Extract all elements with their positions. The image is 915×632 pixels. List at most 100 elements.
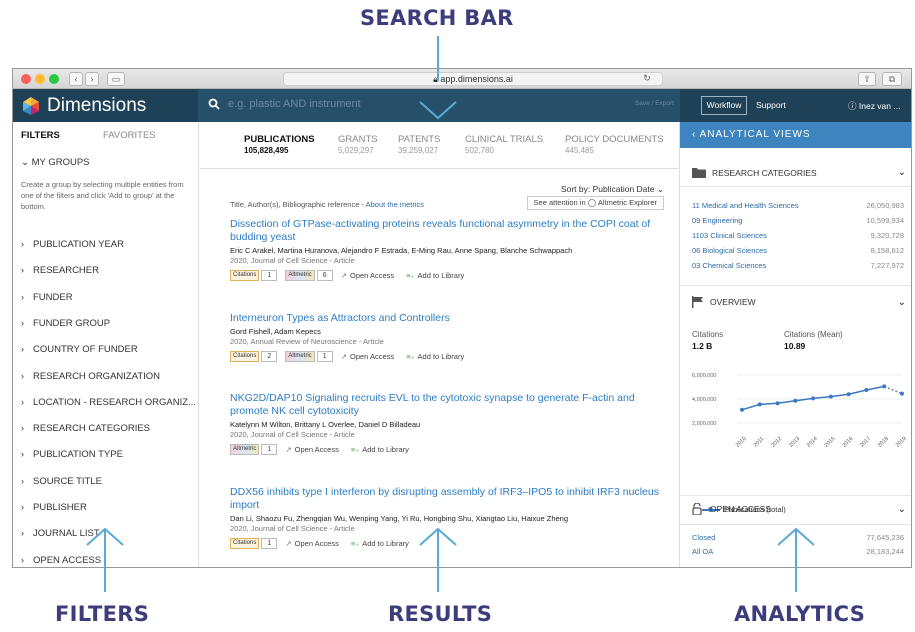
- open-access-header[interactable]: OPEN ACCESS ⌄: [692, 503, 906, 515]
- folder-icon: [692, 168, 706, 178]
- tab-filters[interactable]: FILTERS: [21, 130, 60, 141]
- result-title-link[interactable]: DDX56 inhibits type I interferon by disr…: [230, 486, 660, 512]
- filter-researcher[interactable]: › RESEARCHER: [21, 265, 99, 276]
- add-to-library-button[interactable]: ≡₊ Add to Library: [351, 445, 409, 454]
- my-groups-toggle[interactable]: ⌄ MY GROUPS: [21, 157, 90, 168]
- filter-country-of-funder[interactable]: › COUNTRY OF FUNDER: [21, 344, 138, 355]
- divider: [680, 524, 911, 525]
- x-tick-label: 2013: [788, 436, 801, 449]
- brand-logo[interactable]: Dimensions: [21, 94, 146, 118]
- filter-research-categories[interactable]: › RESEARCH CATEGORIES: [21, 423, 150, 434]
- filter-label: PUBLISHER: [33, 502, 87, 513]
- tabs-overview-icon[interactable]: ⧉: [882, 72, 902, 86]
- altmetric-explorer-button[interactable]: See attention in ◯ Altmetric Explorer: [526, 196, 664, 210]
- tab-grants[interactable]: GRANTS 5,029,297: [338, 134, 378, 155]
- category-row[interactable]: 09 Engineering 10,599,934: [692, 216, 904, 225]
- citations-badge[interactable]: Citations: [230, 269, 260, 281]
- filter-open-access[interactable]: › OPEN ACCESS: [21, 555, 101, 566]
- data-point: [757, 402, 762, 407]
- close-window-icon[interactable]: [21, 74, 31, 84]
- filter-location-research-organiz[interactable]: › LOCATION - RESEARCH ORGANIZ...: [21, 397, 196, 408]
- sidebar-toggle-icon[interactable]: ▭: [107, 72, 125, 86]
- search-icon[interactable]: [208, 98, 220, 113]
- open-access-label: Open Access: [349, 270, 395, 280]
- chevron-right-icon: ›: [21, 265, 24, 276]
- callout-pointer: [437, 530, 439, 592]
- overview-header[interactable]: OVERVIEW ⌄: [692, 296, 906, 308]
- tab-divider: [200, 168, 678, 169]
- citations-mean-label: Citations (Mean): [784, 330, 843, 339]
- category-row[interactable]: 11 Medical and Health Sciences 26,050,983: [692, 201, 904, 210]
- address-bar[interactable]: 🔒︎ app.dimensions.ai: [283, 72, 663, 86]
- tab-count: 39,259,027: [398, 146, 439, 155]
- open-access-row[interactable]: All OA 28,183,244: [692, 547, 904, 556]
- analytical-views-header[interactable]: ‹ ANALYTICAL VIEWS: [680, 122, 911, 148]
- citations-badge[interactable]: Citations: [230, 350, 260, 362]
- result-title-link[interactable]: Dissection of GTPase-activating proteins…: [230, 218, 660, 244]
- chevron-down-icon: ⌄: [21, 157, 32, 168]
- filter-funder-group[interactable]: › FUNDER GROUP: [21, 318, 110, 329]
- tab-label: POLICY DOCUMENTS: [565, 134, 664, 145]
- chevron-down-icon: ⌄: [897, 296, 906, 308]
- annotated-screenshot: SEARCH BAR FILTERS RESULTS ANALYTICS ‹ ›…: [0, 0, 915, 632]
- filter-publisher[interactable]: › PUBLISHER: [21, 502, 87, 513]
- tab-clinical-trials[interactable]: CLINICAL TRIALS 502,780: [465, 134, 543, 155]
- research-categories-header[interactable]: RESEARCH CATEGORIES ⌄: [692, 167, 906, 178]
- library-add-icon: ≡₊: [406, 351, 415, 361]
- result-authors: Dan Li, Shaozu Fu, Zhengqian Wu, Wenping…: [230, 514, 569, 523]
- brand-name: Dimensions: [47, 95, 147, 116]
- filter-publication-year[interactable]: › PUBLICATION YEAR: [21, 239, 124, 250]
- x-tick-label: 2019: [895, 436, 908, 449]
- filter-label: LOCATION - RESEARCH ORGANIZ...: [33, 396, 196, 408]
- category-name: 09 Engineering: [692, 216, 743, 225]
- back-arrow-icon[interactable]: ‹: [69, 72, 83, 86]
- support-link[interactable]: Support: [756, 100, 786, 110]
- share-icon[interactable]: ⇧: [858, 72, 876, 86]
- user-menu[interactable]: ⓘ Inez van ...: [848, 100, 900, 112]
- open-access-link[interactable]: ↗ Open Access: [285, 445, 339, 454]
- workflow-button[interactable]: Workflow: [701, 96, 747, 115]
- altmetric-badge[interactable]: Altmetric: [285, 350, 315, 362]
- about-metrics-link[interactable]: About the metrics: [366, 200, 424, 209]
- result-title-link[interactable]: Interneuron Types as Attractors and Cont…: [230, 312, 660, 325]
- category-row[interactable]: 03 Chemical Sciences 7,227,972: [692, 261, 904, 270]
- altmetric-badge[interactable]: Altmetric: [230, 443, 260, 455]
- open-access-link[interactable]: ↗ Open Access: [341, 271, 395, 280]
- category-row[interactable]: 1103 Clinical Sciences 9,320,728: [692, 231, 904, 240]
- sort-dropdown[interactable]: Sort by: Publication Date ⌄: [561, 184, 664, 195]
- filter-source-title[interactable]: › SOURCE TITLE: [21, 476, 102, 487]
- altmetric-badge[interactable]: Altmetric: [285, 269, 315, 281]
- top-navigation: Dimensions e.g. plastic AND instrument S…: [13, 89, 911, 122]
- data-point: [846, 392, 851, 397]
- add-to-library-button[interactable]: ≡₊ Add to Library: [406, 271, 464, 280]
- y-tick-label: 6,000,000: [692, 373, 716, 379]
- tab-publications[interactable]: PUBLICATIONS 105,828,495: [244, 134, 315, 155]
- tab-label: GRANTS: [338, 134, 378, 145]
- open-access-link[interactable]: ↗ Open Access: [285, 539, 339, 548]
- filter-funder[interactable]: › FUNDER: [21, 292, 73, 303]
- tab-patents[interactable]: PATENTS 39,259,027: [398, 134, 440, 155]
- category-row[interactable]: 06 Biological Sciences 8,158,612: [692, 246, 904, 255]
- reload-icon[interactable]: ↻: [640, 72, 654, 86]
- category-count: 7,227,972: [870, 261, 904, 270]
- user-name: Inez van ...: [858, 101, 901, 111]
- filter-research-organization[interactable]: › RESEARCH ORGANIZATION: [21, 371, 160, 382]
- tab-favorites[interactable]: FAVORITES: [103, 130, 156, 141]
- search-input[interactable]: e.g. plastic AND instrument: [228, 98, 361, 110]
- arrow-down-icon: [419, 101, 457, 120]
- filter-publication-type[interactable]: › PUBLICATION TYPE: [21, 449, 123, 460]
- add-to-library-button[interactable]: ≡₊ Add to Library: [351, 539, 409, 548]
- tab-policy-documents[interactable]: POLICY DOCUMENTS 445,485: [565, 134, 664, 155]
- add-to-library-button[interactable]: ≡₊ Add to Library: [406, 352, 464, 361]
- minimize-window-icon[interactable]: [35, 74, 45, 84]
- save-export-link[interactable]: Save / Export: [635, 100, 674, 107]
- data-point: [775, 401, 780, 406]
- open-access-link[interactable]: ↗ Open Access: [341, 352, 395, 361]
- forward-arrow-icon[interactable]: ›: [85, 72, 99, 86]
- maximize-window-icon[interactable]: [49, 74, 59, 84]
- result-title-link[interactable]: NKG2D/DAP10 Signaling recruits EVL to th…: [230, 392, 660, 418]
- citations-badge[interactable]: Citations: [230, 537, 260, 549]
- analytics-panel: ‹ ANALYTICAL VIEWS RESEARCH CATEGORIES ⌄…: [679, 122, 911, 567]
- tab-count: 445,485: [565, 146, 594, 155]
- oa-category-count: 77,645,236: [866, 533, 904, 542]
